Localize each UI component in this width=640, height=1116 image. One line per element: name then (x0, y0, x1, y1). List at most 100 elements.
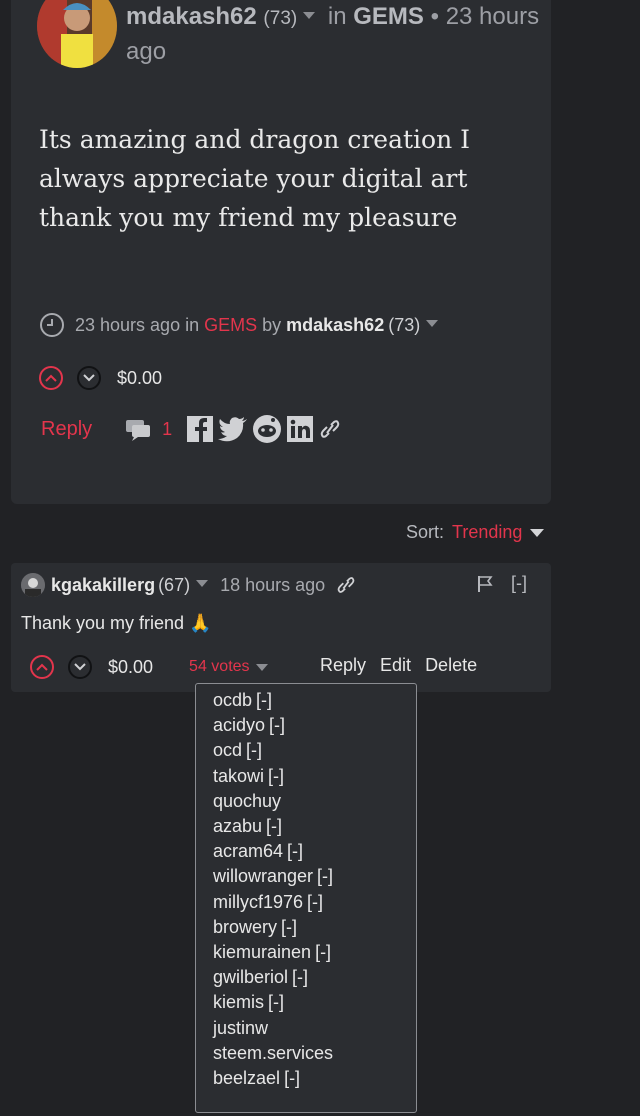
meta-author[interactable]: mdakash62 (286, 315, 384, 336)
voter-remove[interactable]: [-] (281, 917, 297, 937)
voter-name[interactable]: quochuy (213, 791, 281, 811)
voter-name[interactable]: acidyo (213, 715, 265, 735)
voter-name[interactable]: justinw (213, 1018, 268, 1038)
voter-name[interactable]: millycf1976 (213, 892, 303, 912)
voter-remove[interactable]: [-] (269, 715, 285, 735)
comment-header: kgakakillerg (67) 18 hours ago (21, 573, 355, 597)
voter-name[interactable]: kiemis (213, 992, 264, 1012)
voter-item[interactable]: azabu [-] (213, 814, 416, 839)
voter-name[interactable]: willowranger (213, 866, 313, 886)
voter-remove[interactable]: [-] (292, 967, 308, 987)
comment-edit-button[interactable]: Edit (380, 655, 411, 676)
voter-remove[interactable]: [-] (268, 992, 284, 1012)
comment-vote-row: $0.00 54 votes (30, 655, 268, 679)
voter-remove[interactable]: [-] (315, 942, 331, 962)
comment-collapse[interactable]: [-] (511, 573, 527, 594)
voter-name[interactable]: ocd (213, 740, 242, 760)
author-menu-caret-icon[interactable] (303, 12, 316, 20)
linkedin-icon[interactable] (286, 415, 314, 443)
meta-category[interactable]: GEMS (204, 315, 257, 336)
comment-card: kgakakillerg (67) 18 hours ago [-] Thank… (11, 563, 551, 692)
comment-time[interactable]: 18 hours ago (220, 575, 325, 596)
post-actions: Reply 1 (41, 414, 340, 444)
twitter-icon[interactable] (218, 416, 248, 442)
voter-item[interactable]: browery [-] (213, 915, 416, 940)
voter-item[interactable]: willowranger [-] (213, 864, 416, 889)
comment-author-caret-icon[interactable] (196, 579, 209, 587)
comment-text: Thank you my friend 🙏 (21, 613, 212, 633)
voter-name[interactable]: azabu (213, 816, 262, 836)
sort-caret-icon[interactable] (530, 528, 545, 537)
voter-remove[interactable]: [-] (284, 1068, 300, 1088)
upvote-icon[interactable] (39, 366, 63, 390)
link-icon[interactable] (320, 418, 340, 440)
voter-name[interactable]: kiemurainen (213, 942, 311, 962)
comment-actions: Reply Edit Delete (320, 655, 491, 676)
voter-item[interactable]: steem.services (213, 1041, 416, 1066)
comment-link-icon[interactable] (337, 575, 355, 595)
comment-author[interactable]: kgakakillerg (51, 575, 155, 596)
voter-item[interactable]: gwilberiol [-] (213, 965, 416, 990)
voter-item[interactable]: kiemurainen [-] (213, 940, 416, 965)
voter-item[interactable]: quochuy (213, 789, 416, 814)
voter-item[interactable]: justinw (213, 1016, 416, 1041)
voter-item[interactable]: kiemis [-] (213, 990, 416, 1015)
voter-item[interactable]: beelzael [-] (213, 1066, 416, 1091)
flag-icon[interactable] (477, 575, 493, 593)
voter-item[interactable]: ocd [-] (213, 738, 416, 763)
voter-remove[interactable]: [-] (256, 690, 272, 710)
post-separator: • (430, 3, 440, 30)
votes-caret-icon[interactable] (255, 663, 268, 671)
voter-remove[interactable]: [-] (287, 841, 303, 861)
post-category[interactable]: GEMS (353, 3, 424, 30)
comment-reply-button[interactable]: Reply (320, 655, 366, 676)
sort-control[interactable]: Sort: Trending (406, 522, 545, 543)
post-vote-row: $0.00 (39, 366, 162, 390)
voter-item[interactable]: millycf1976 [-] (213, 890, 416, 915)
post-meta: 23 hours ago in GEMS by mdakash62 (73) (39, 312, 444, 338)
meta-author-caret-icon[interactable] (426, 319, 439, 327)
voter-name[interactable]: acram64 (213, 841, 283, 861)
voter-name[interactable]: ocdb (213, 690, 252, 710)
voter-remove[interactable]: [-] (246, 740, 262, 760)
post-reply-link[interactable]: Reply (41, 418, 92, 441)
post-author-reputation: (73) (263, 8, 298, 29)
comment-votes-label[interactable]: 54 votes (189, 658, 249, 676)
comment-downvote-icon[interactable] (68, 655, 92, 679)
comment-payout[interactable]: $0.00 (108, 657, 153, 678)
voter-name[interactable]: beelzael (213, 1068, 280, 1088)
meta-reputation: (73) (388, 314, 421, 335)
voter-name[interactable]: steem.services (213, 1043, 333, 1063)
voter-item[interactable]: ocdb [-] (213, 688, 416, 713)
downvote-icon[interactable] (77, 366, 101, 390)
voter-name[interactable]: browery (213, 917, 277, 937)
facebook-icon[interactable] (186, 415, 214, 443)
comment-flags: [-] (477, 573, 527, 594)
voter-remove[interactable]: [-] (307, 892, 323, 912)
author-avatar[interactable] (37, 0, 117, 68)
voter-item[interactable]: takowi [-] (213, 764, 416, 789)
comment-delete-button[interactable]: Delete (425, 655, 477, 676)
voter-remove[interactable]: [-] (268, 766, 284, 786)
post-author-name[interactable]: mdakash62 (126, 3, 257, 30)
voter-remove[interactable]: [-] (266, 816, 282, 836)
voters-list: ocdb [-] acidyo [-] ocd [-] takowi [-] quoch… (196, 684, 416, 1116)
comment-upvote-icon[interactable] (30, 655, 54, 679)
comment-reputation: (67) (158, 574, 191, 595)
post-author-line: mdakash62 (73) in GEMS • 23 hours ago (126, 0, 541, 68)
voters-dropdown[interactable]: ocdb [-] acidyo [-] ocd [-] takowi [-] quoch… (195, 683, 417, 1113)
comment-avatar[interactable] (21, 573, 45, 597)
reddit-icon[interactable] (252, 414, 282, 444)
comment-votes-toggle[interactable]: 54 votes (189, 658, 268, 676)
sort-value[interactable]: Trending (452, 522, 522, 543)
voter-item[interactable]: acidyo [-] (213, 713, 416, 738)
meta-time[interactable]: 23 hours ago (75, 315, 180, 336)
comments-icon[interactable] (124, 417, 152, 441)
voter-item[interactable] (213, 1091, 416, 1116)
post-payout[interactable]: $0.00 (117, 368, 162, 389)
voter-item[interactable]: acram64 [-] (213, 839, 416, 864)
voter-remove[interactable]: [-] (317, 866, 333, 886)
reply-count[interactable]: 1 (162, 419, 172, 440)
voter-name[interactable]: takowi (213, 766, 264, 786)
voter-name[interactable]: gwilberiol (213, 967, 288, 987)
